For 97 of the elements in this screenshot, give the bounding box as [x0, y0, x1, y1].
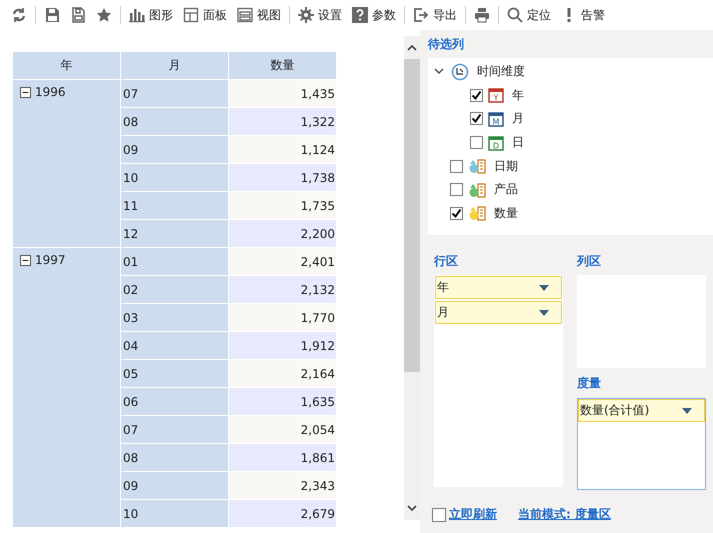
checkbox[interactable]	[450, 206, 463, 220]
column-header: 年	[13, 52, 120, 79]
quantity-cell: 1,735	[229, 192, 336, 219]
tree-item-label[interactable]: 年	[512, 86, 524, 104]
param-icon	[352, 7, 368, 23]
quantity-cell: 2,132	[229, 276, 336, 303]
field-dropdown[interactable]: 年	[435, 276, 562, 299]
month-cell: 05	[121, 360, 228, 387]
chart-icon	[129, 7, 145, 23]
quantity-cell: 1,322	[229, 108, 336, 135]
chart-button[interactable]: 图形	[124, 2, 178, 28]
month-cell: 10	[121, 500, 228, 527]
calendar-icon: Y	[488, 87, 504, 104]
quantity-cell: 2,164	[229, 360, 336, 387]
caret-icon	[539, 310, 549, 316]
month-cell: 09	[121, 136, 228, 163]
settings-icon	[298, 7, 314, 23]
print-icon	[474, 7, 490, 23]
field-dropdown[interactable]: 月	[435, 301, 562, 324]
chevron-down-icon[interactable]	[434, 68, 444, 76]
checkbox[interactable]	[450, 183, 463, 196]
section-title: 行区	[434, 252, 458, 270]
scroll-up-icon[interactable]	[407, 44, 417, 51]
month-cell: 09	[121, 472, 228, 499]
column-header: 月	[121, 52, 228, 79]
quantity-cell: 1,861	[229, 444, 336, 471]
checkbox[interactable]	[450, 160, 463, 173]
quantity-cell: 2,679	[229, 500, 336, 527]
locate-icon	[507, 7, 523, 23]
locate-button[interactable]: 定位	[502, 2, 556, 28]
panel-button[interactable]: 面板	[178, 2, 232, 28]
quantity-cell: 2,200	[229, 220, 336, 247]
checkbox[interactable]	[470, 88, 483, 102]
checkbox[interactable]	[470, 136, 483, 150]
month-cell: 12	[121, 220, 228, 247]
checkbox[interactable]	[432, 508, 446, 522]
quantity-cell: 1,770	[229, 304, 336, 331]
quantity-cell: 2,343	[229, 472, 336, 499]
panel-icon	[183, 7, 199, 23]
tree-item-label[interactable]: 数量	[494, 204, 518, 222]
refresh-icon	[11, 7, 27, 23]
year-label: 1996	[35, 85, 66, 99]
current-mode-text: 当前模式: 度量区	[518, 506, 611, 523]
month-cell: 02	[121, 276, 228, 303]
year-label: 1997	[35, 253, 66, 267]
month-cell: 07	[121, 416, 228, 443]
section-title: 度量	[577, 374, 601, 392]
tree-item-label[interactable]: 月	[512, 110, 524, 128]
month-cell: 01	[121, 248, 228, 275]
clock-icon	[451, 62, 469, 81]
month-cell: 08	[121, 108, 228, 135]
field-dropdown[interactable]: 数量(合计值)	[578, 399, 705, 422]
vertical-scrollbar[interactable]	[404, 36, 420, 520]
month-cell: 04	[121, 332, 228, 359]
month-cell: 08	[121, 444, 228, 471]
param-button[interactable]: 参数	[347, 2, 401, 28]
settings-button[interactable]: 设置	[293, 2, 347, 28]
auto-refresh-label[interactable]: 立即刷新	[449, 506, 497, 523]
tree-item-label[interactable]: 产品	[494, 181, 518, 198]
view-button[interactable]: 视图	[232, 2, 286, 28]
export-button[interactable]: 导出	[408, 2, 462, 28]
quantity-cell: 1,635	[229, 388, 336, 415]
save-as-icon	[70, 7, 86, 23]
tree-item-label[interactable]: 日期	[494, 158, 518, 175]
column-header: 数量	[229, 52, 336, 79]
export-icon	[413, 7, 429, 23]
quantity-cell: 1,124	[229, 136, 336, 163]
caret-icon	[682, 408, 692, 414]
quantity-cell: 1,912	[229, 332, 336, 359]
collapse-icon[interactable]	[20, 253, 31, 266]
month-cell: 06	[121, 388, 228, 415]
section-title: 待选列	[428, 36, 464, 52]
caret-icon	[539, 284, 549, 290]
checkbox[interactable]	[470, 112, 483, 126]
star-icon	[96, 7, 112, 23]
month-cell: 10	[121, 164, 228, 191]
scroll-down-icon[interactable]	[407, 505, 417, 512]
month-cell: 07	[121, 80, 228, 107]
view-icon	[237, 7, 253, 23]
calendar-icon: M	[488, 110, 504, 127]
calendar-icon: D	[488, 134, 504, 151]
collapse-icon[interactable]	[20, 85, 31, 98]
save-icon	[44, 7, 60, 23]
quantity-cell: 1,435	[229, 80, 336, 107]
quantity-cell: 1,738	[229, 164, 336, 191]
section-title: 列区	[577, 252, 601, 270]
month-cell: 11	[121, 192, 228, 219]
quantity-cell: 2,054	[229, 416, 336, 443]
measure-zone[interactable]: 数量(合计值)	[577, 398, 706, 490]
tree-item-label[interactable]: 日	[512, 134, 524, 152]
scrollbar-thumb[interactable]	[404, 59, 420, 372]
month-cell: 03	[121, 304, 228, 331]
tree-item-label[interactable]: 时间维度	[477, 63, 525, 80]
alert-button[interactable]: 告警	[556, 2, 610, 28]
quantity-cell: 2,401	[229, 248, 336, 275]
alert-icon	[567, 8, 571, 22]
row-zone[interactable]: 年 月	[434, 275, 563, 487]
